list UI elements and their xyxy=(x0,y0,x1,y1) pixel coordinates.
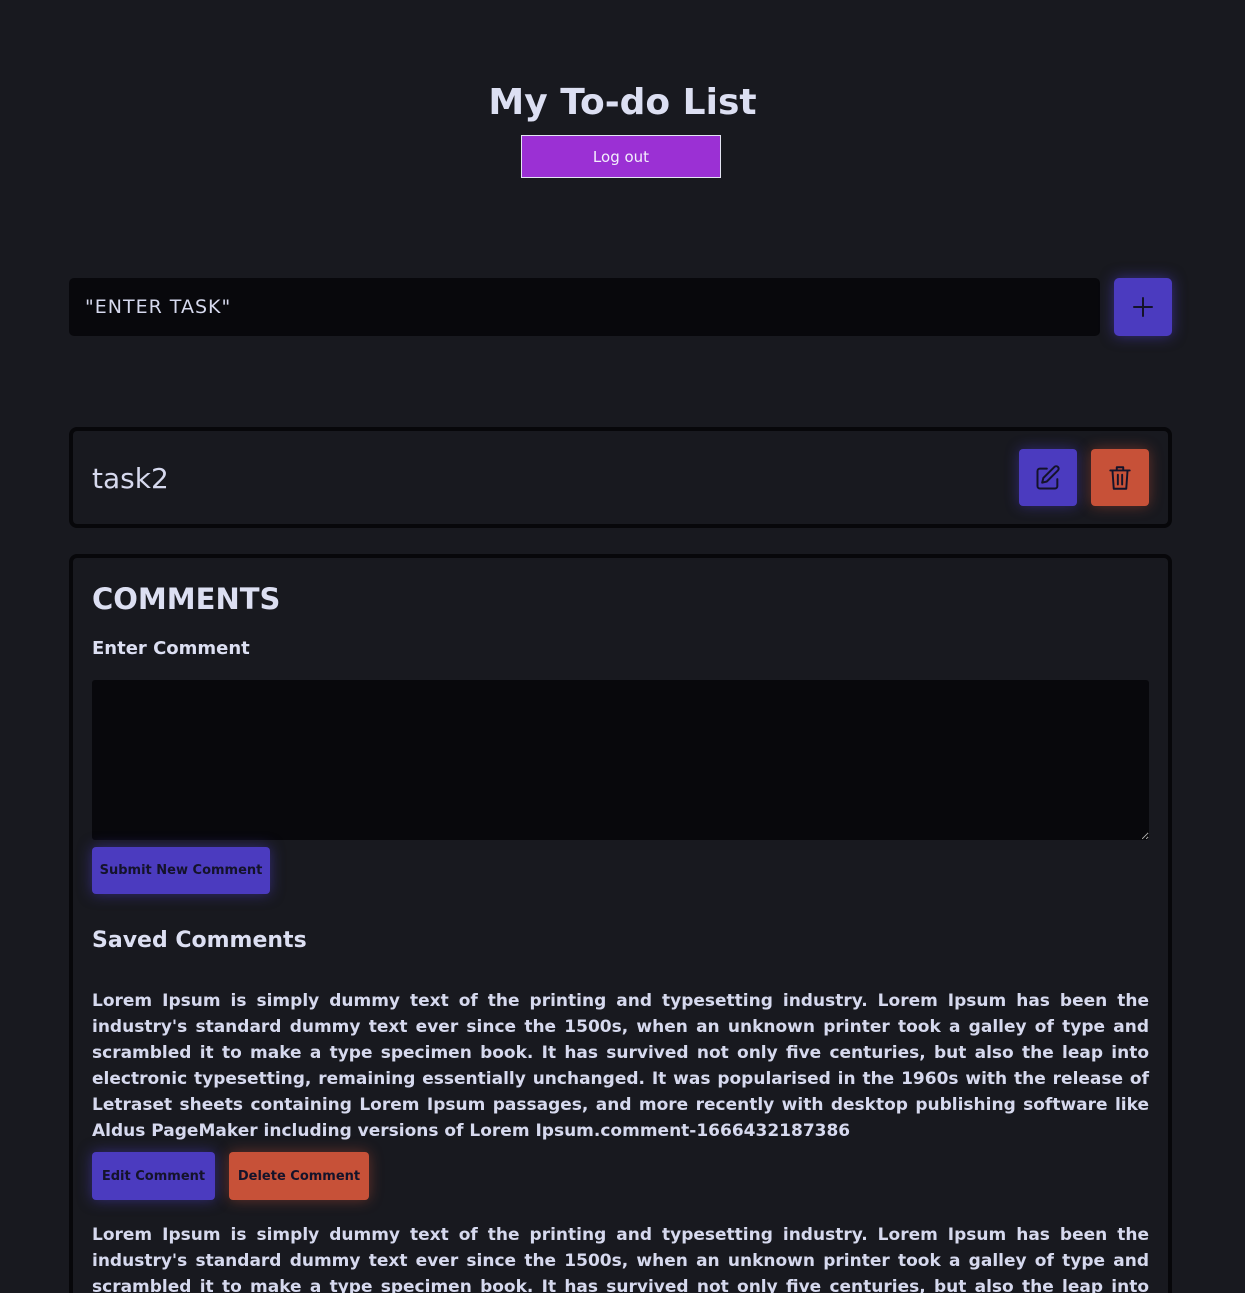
page-title: My To-do List xyxy=(488,82,757,123)
task-name: task2 xyxy=(92,462,169,495)
logout-button[interactable]: Log out xyxy=(521,135,721,178)
plus-icon xyxy=(1133,297,1153,317)
header: My To-do List Log out xyxy=(0,80,1245,178)
edit-comment-button[interactable]: Edit Comment xyxy=(92,1152,215,1200)
trash-icon xyxy=(1109,465,1131,490)
saved-comment-text: Lorem Ipsum is simply dummy text of the … xyxy=(92,1225,1149,1293)
task-card: task2 xyxy=(69,427,1172,528)
comment-textarea[interactable] xyxy=(92,680,1149,840)
saved-comment-text: Lorem Ipsum is simply dummy text of the … xyxy=(92,991,1149,1141)
saved-comments-heading: Saved Comments xyxy=(92,928,307,953)
comments-panel: COMMENTS Enter Comment Submit New Commen… xyxy=(69,554,1172,1293)
edit-task-button[interactable] xyxy=(1019,449,1077,506)
add-task-button[interactable] xyxy=(1114,278,1172,336)
pencil-square-icon xyxy=(1036,464,1060,489)
enter-comment-label: Enter Comment xyxy=(92,638,250,659)
todo-page: My To-do List Log out "ENTER TASK" task2… xyxy=(0,0,1245,1293)
submit-comment-button[interactable]: Submit New Comment xyxy=(92,847,270,894)
comments-heading: COMMENTS xyxy=(92,582,281,616)
delete-comment-button[interactable]: Delete Comment xyxy=(229,1152,369,1200)
delete-task-button[interactable] xyxy=(1091,449,1149,506)
task-input[interactable]: "ENTER TASK" xyxy=(69,278,1100,336)
